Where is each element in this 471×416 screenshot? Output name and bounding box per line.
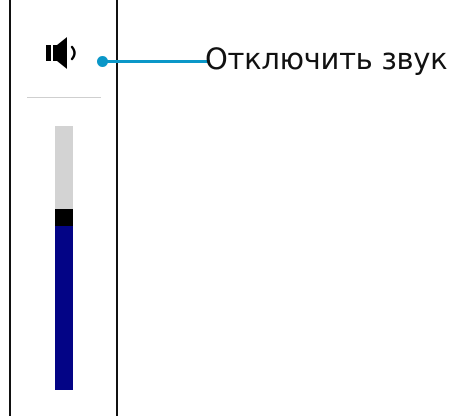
divider — [27, 97, 101, 98]
volume-slider[interactable] — [55, 126, 73, 390]
callout-dot — [97, 56, 108, 67]
volume-slider-thumb[interactable] — [55, 209, 73, 226]
mute-button[interactable] — [43, 35, 93, 71]
screenshot-stage: Отключить звук — [0, 0, 471, 416]
callout-line — [104, 60, 210, 63]
volume-slider-fill — [55, 226, 73, 390]
callout-label: Отключить звук — [205, 42, 448, 76]
speaker-icon — [46, 37, 76, 69]
